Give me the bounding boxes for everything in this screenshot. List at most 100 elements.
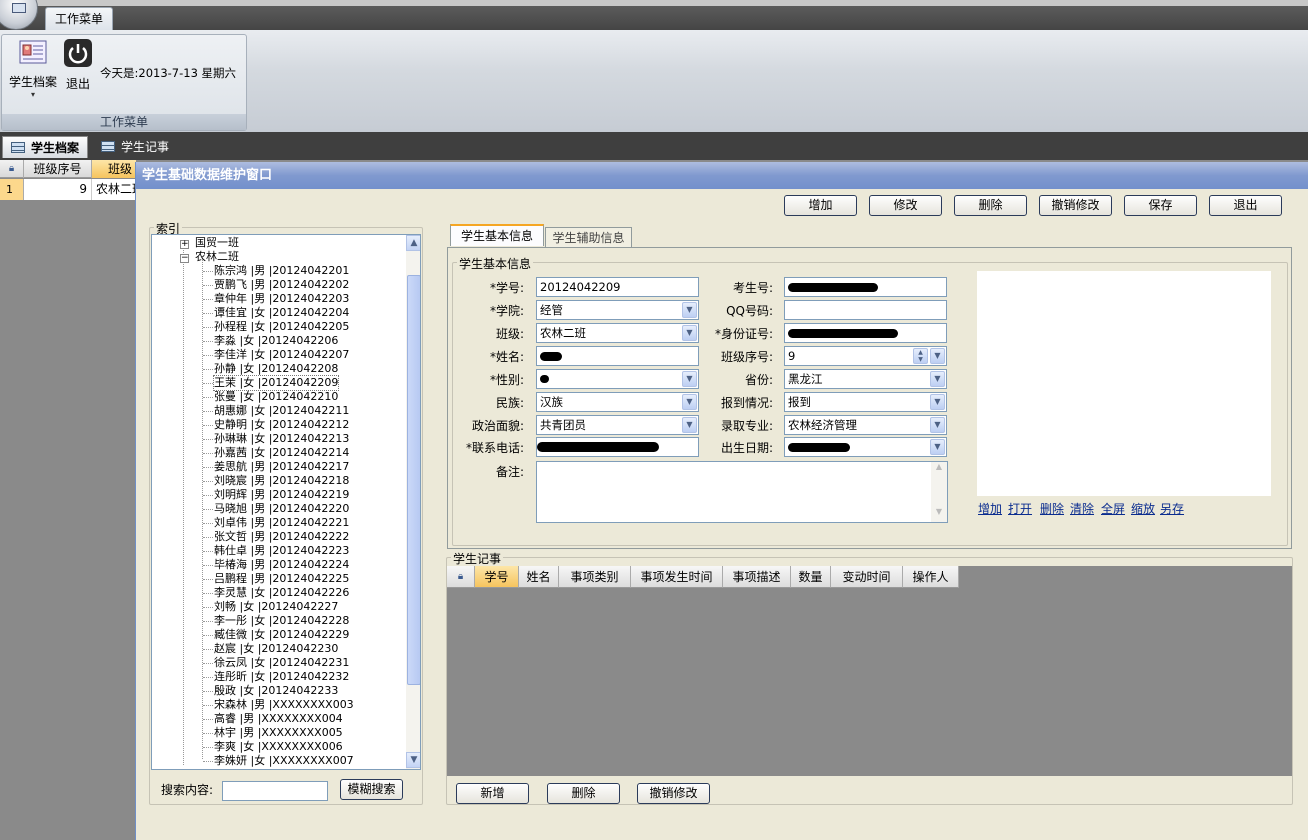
tree-node-student[interactable]: 谭佳宜 |女 |20124042204: [214, 306, 349, 320]
tree-node-student[interactable]: 李姝妍 |女 |XXXXXXXX007: [214, 754, 354, 768]
journal-delete-button[interactable]: 删除: [547, 783, 620, 804]
tree-node-student[interactable]: 胡惠娜 |女 |20124042211: [214, 404, 349, 418]
row-number[interactable]: 1: [0, 179, 24, 200]
exam-no-field[interactable]: [784, 277, 947, 297]
photo-clear-link[interactable]: 清除: [1070, 500, 1094, 517]
tree-node-student[interactable]: 林宇 |男 |XXXXXXXX005: [214, 726, 343, 740]
tree-node-student[interactable]: 王茉 |女 |20124042209: [213, 375, 340, 391]
column-header-description[interactable]: 事项描述: [723, 566, 791, 588]
photo-add-link[interactable]: 增加: [978, 500, 1002, 517]
tree-node-student[interactable]: 姜思航 |男 |20124042217: [214, 460, 349, 474]
student-id-field[interactable]: 20124042209: [536, 277, 699, 297]
ethnicity-select[interactable]: 汉族 ▼: [536, 392, 699, 412]
tree-node-student[interactable]: 李一彤 |女 |20124042228: [214, 614, 349, 628]
tree-node-student[interactable]: 史静明 |女 |20124042212: [214, 418, 349, 432]
column-header-change-time[interactable]: 变动时间: [831, 566, 903, 588]
tree-scrollbar[interactable]: ▲ ▼: [406, 235, 420, 769]
column-header-class-seq[interactable]: 班级序号: [24, 160, 92, 178]
tree-node-class-collapsed[interactable]: 国贸一班: [195, 236, 239, 250]
scroll-down-icon[interactable]: ▼: [406, 752, 420, 768]
tree-node-student[interactable]: 连彤昕 |女 |20124042232: [214, 670, 349, 684]
tree-node-student[interactable]: 高睿 |男 |XXXXXXXX004: [214, 712, 343, 726]
column-header-name[interactable]: 姓名: [519, 566, 559, 588]
tree-node-student[interactable]: 毕椿海 |男 |20124042224: [214, 558, 349, 572]
phone-field[interactable]: [536, 437, 699, 457]
tab-student-journal[interactable]: 学生记事: [93, 136, 177, 158]
name-field[interactable]: [536, 346, 699, 366]
spin-icon[interactable]: ▲ ▼: [913, 348, 928, 364]
remark-textarea[interactable]: [536, 461, 948, 523]
tree-node-student[interactable]: 张文哲 |男 |20124042222: [214, 530, 349, 544]
chevron-down-icon[interactable]: ▼: [682, 371, 697, 387]
birth-date-picker[interactable]: ▼: [784, 437, 947, 457]
remark-scrollbar[interactable]: ▲ ▼: [931, 462, 947, 522]
chevron-down-icon[interactable]: ▼: [682, 302, 697, 318]
ribbon-tab-work-menu[interactable]: 工作菜单: [45, 7, 113, 30]
photo-box[interactable]: [977, 271, 1271, 496]
table-row[interactable]: 1 9 农林二班: [0, 179, 136, 200]
collapse-icon[interactable]: −: [180, 254, 189, 263]
undo-changes-button[interactable]: 撤销修改: [1039, 195, 1112, 216]
province-select[interactable]: 黑龙江 ▼: [784, 369, 947, 389]
tree-node-student[interactable]: 李爽 |女 |XXXXXXXX006: [214, 740, 343, 754]
chevron-down-icon[interactable]: ▼: [682, 394, 697, 410]
chevron-down-icon[interactable]: ▼: [682, 325, 697, 341]
major-select[interactable]: 农林经济管理 ▼: [784, 415, 947, 435]
journal-undo-button[interactable]: 撤销修改: [637, 783, 710, 804]
student-tree[interactable]: + 国贸一班 − 农林二班 陈宗鸿 |男 |20124042201 贾鹏飞 |男 …: [151, 234, 421, 770]
column-header-category[interactable]: 事项类别: [559, 566, 631, 588]
tree-node-student[interactable]: 刘卓伟 |男 |20124042221: [214, 516, 349, 530]
scroll-up-icon[interactable]: ▲: [931, 462, 947, 476]
save-button[interactable]: 保存: [1124, 195, 1197, 216]
expand-icon[interactable]: +: [180, 240, 189, 249]
tree-node-student[interactable]: 孙静 |女 |20124042208: [214, 362, 338, 376]
tree-node-student[interactable]: 韩仕卓 |男 |20124042223: [214, 544, 349, 558]
tree-node-student[interactable]: 张曼 |女 |20124042210: [214, 390, 338, 404]
tree-node-student[interactable]: 李灵慧 |女 |20124042226: [214, 586, 349, 600]
idcard-field[interactable]: [784, 323, 947, 343]
tree-node-student[interactable]: 马晓旭 |男 |20124042220: [214, 502, 349, 516]
tab-basic-info[interactable]: 学生基本信息: [450, 224, 544, 246]
delete-button[interactable]: 删除: [954, 195, 1027, 216]
tree-node-student[interactable]: 孙琳琳 |女 |20124042213: [214, 432, 349, 446]
tree-node-student[interactable]: 陈宗鸿 |男 |20124042201: [214, 264, 349, 278]
tab-student-archive[interactable]: 学生档案: [2, 136, 89, 158]
tree-node-student[interactable]: 刘畅 |女 |20124042227: [214, 600, 338, 614]
chevron-down-icon[interactable]: ▼: [930, 394, 945, 410]
cell-class[interactable]: 农林二班: [92, 179, 136, 200]
cell-class-seq[interactable]: 9: [24, 179, 92, 200]
chevron-down-icon[interactable]: ▼: [930, 439, 945, 455]
college-select[interactable]: 经管 ▼: [536, 300, 699, 320]
chevron-down-icon[interactable]: ▼: [930, 371, 945, 387]
photo-zoom-link[interactable]: 缩放: [1131, 500, 1155, 517]
tree-node-student[interactable]: 宋森林 |男 |XXXXXXXX003: [214, 698, 354, 712]
scroll-thumb[interactable]: [407, 275, 420, 685]
column-header-operator[interactable]: 操作人: [903, 566, 959, 588]
photo-delete-link[interactable]: 删除: [1040, 500, 1064, 517]
scroll-down-icon[interactable]: ▼: [931, 507, 947, 521]
search-input[interactable]: [222, 781, 328, 801]
chevron-down-icon[interactable]: ▼: [930, 348, 945, 364]
fuzzy-search-button[interactable]: 模糊搜索: [340, 779, 403, 800]
photo-open-link[interactable]: 打开: [1008, 500, 1032, 517]
tree-node-student[interactable]: 刘晓宸 |男 |20124042218: [214, 474, 349, 488]
exit-button[interactable]: 退出: [62, 38, 94, 98]
class-select[interactable]: 农林二班 ▼: [536, 323, 699, 343]
tree-node-student[interactable]: 孙程程 |女 |20124042205: [214, 320, 349, 334]
tree-node-student[interactable]: 臧佳微 |女 |20124042229: [214, 628, 349, 642]
exit-window-button[interactable]: 退出: [1209, 195, 1282, 216]
tree-node-student[interactable]: 章仲年 |男 |20124042203: [214, 292, 349, 306]
add-button[interactable]: 增加: [784, 195, 857, 216]
class-seq-stepper[interactable]: 9 ▲ ▼ ▼: [784, 346, 947, 366]
lock-icon[interactable]: 🔒︎: [447, 566, 475, 588]
chevron-down-icon[interactable]: ▼: [682, 417, 697, 433]
gender-select[interactable]: ▼: [536, 369, 699, 389]
lock-icon[interactable]: 🔒︎: [0, 160, 24, 178]
journal-new-button[interactable]: 新增: [456, 783, 529, 804]
tree-node-student[interactable]: 徐云凤 |女 |20124042231: [214, 656, 349, 670]
tab-extra-info[interactable]: 学生辅助信息: [545, 227, 632, 249]
chevron-down-icon[interactable]: ▼: [930, 417, 945, 433]
column-header-student-id[interactable]: 学号: [475, 566, 519, 588]
tree-node-student[interactable]: 李淼 |女 |20124042206: [214, 334, 338, 348]
column-header-occur-time[interactable]: 事项发生时间: [631, 566, 723, 588]
